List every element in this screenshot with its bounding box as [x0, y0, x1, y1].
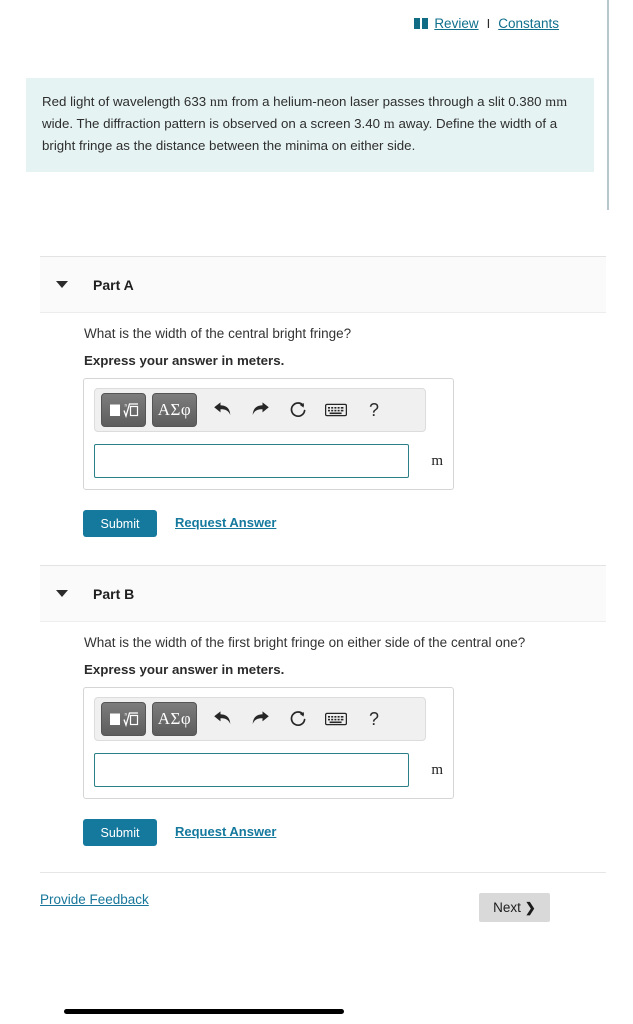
redo-arrow-icon — [252, 401, 269, 415]
submit-button-b[interactable]: Submit — [83, 819, 157, 846]
scrollbar-thumb[interactable] — [607, 0, 609, 210]
keyboard-icon — [325, 403, 347, 417]
footer-divider — [40, 872, 606, 873]
math-toolbar-b: n ΑΣφ ? — [94, 697, 426, 741]
submit-button-a[interactable]: Submit — [83, 510, 157, 537]
reset-circular-arrow-icon — [290, 401, 305, 417]
next-button[interactable]: Next ❯ — [479, 893, 550, 922]
undo-arrow-icon — [213, 710, 230, 724]
collapse-caret-icon[interactable] — [56, 281, 68, 288]
provide-feedback-link[interactable]: Provide Feedback — [40, 892, 149, 907]
undo-arrow-icon — [213, 401, 230, 415]
answer-unit-b: m — [431, 761, 443, 778]
math-toolbar-a: n ΑΣφ ? — [94, 388, 426, 432]
collapse-caret-icon[interactable] — [56, 590, 68, 597]
assignment-page: Review I Constants Red light of waveleng… — [0, 0, 633, 1024]
book-icon — [414, 18, 429, 29]
svg-text:n: n — [124, 713, 127, 718]
chevron-right-icon: ❯ — [524, 899, 536, 915]
keyboard-icon — [325, 712, 347, 726]
answer-input-a[interactable] — [94, 444, 410, 478]
request-answer-link-a[interactable]: Request Answer — [175, 515, 276, 530]
top-links: Review I Constants — [414, 16, 559, 31]
svg-text:n: n — [124, 404, 127, 409]
unit-m: m — [383, 116, 395, 132]
greek-letters-button-b[interactable]: ΑΣφ — [152, 702, 197, 736]
keyboard-button-b[interactable] — [317, 702, 355, 736]
unit-mm: mm — [545, 95, 568, 110]
part-header-a[interactable]: Part A — [40, 256, 606, 313]
answer-input-row-a: m — [94, 444, 443, 478]
help-button-a[interactable]: ? — [355, 393, 393, 427]
answer-widget-a: n ΑΣφ ? m — [83, 378, 454, 490]
reset-button-b[interactable] — [279, 702, 317, 736]
home-indicator — [64, 1009, 344, 1014]
answer-input-row-b: m — [94, 753, 443, 787]
part-title-a: Part A — [93, 276, 134, 293]
part-header-b[interactable]: Part B — [40, 565, 606, 622]
reset-circular-arrow-icon — [290, 710, 305, 726]
question-text-b: What is the width of the first bright fr… — [84, 635, 526, 650]
redo-button-b[interactable] — [241, 702, 279, 736]
template-icon: n — [109, 403, 138, 419]
part-title-b: Part B — [93, 585, 135, 602]
undo-button-b[interactable] — [203, 702, 241, 736]
redo-button-a[interactable] — [241, 393, 279, 427]
undo-button-a[interactable] — [203, 393, 241, 427]
math-template-button-b[interactable]: n — [101, 702, 146, 736]
greek-letters-button-a[interactable]: ΑΣφ — [152, 393, 197, 427]
keyboard-button-a[interactable] — [317, 393, 355, 427]
question-text-a: What is the width of the central bright … — [84, 326, 352, 341]
next-button-label: Next — [493, 900, 521, 915]
problem-statement: Red light of wavelength 633 nm from a he… — [26, 78, 594, 173]
answer-input-b[interactable] — [94, 753, 410, 787]
reset-button-a[interactable] — [279, 393, 317, 427]
answer-widget-b: n ΑΣφ ? m — [83, 687, 454, 799]
problem-text-1: Red light of wavelength 633 — [42, 94, 210, 109]
answer-unit-a: m — [431, 452, 443, 469]
template-icon: n — [109, 712, 138, 728]
review-link[interactable]: Review — [434, 16, 478, 31]
instruction-b: Express your answer in meters. — [84, 662, 285, 677]
problem-text-2: from a helium-neon laser passes through … — [228, 94, 546, 109]
instruction-a: Express your answer in meters. — [84, 353, 285, 368]
math-template-button-a[interactable]: n — [101, 393, 146, 427]
unit-nm: nm — [209, 95, 229, 110]
link-separator: I — [486, 16, 491, 31]
help-button-b[interactable]: ? — [355, 702, 393, 736]
problem-text-3: wide. The diffraction pattern is observe… — [42, 115, 384, 131]
constants-link[interactable]: Constants — [498, 16, 559, 31]
redo-arrow-icon — [252, 710, 269, 724]
request-answer-link-b[interactable]: Request Answer — [175, 824, 276, 839]
